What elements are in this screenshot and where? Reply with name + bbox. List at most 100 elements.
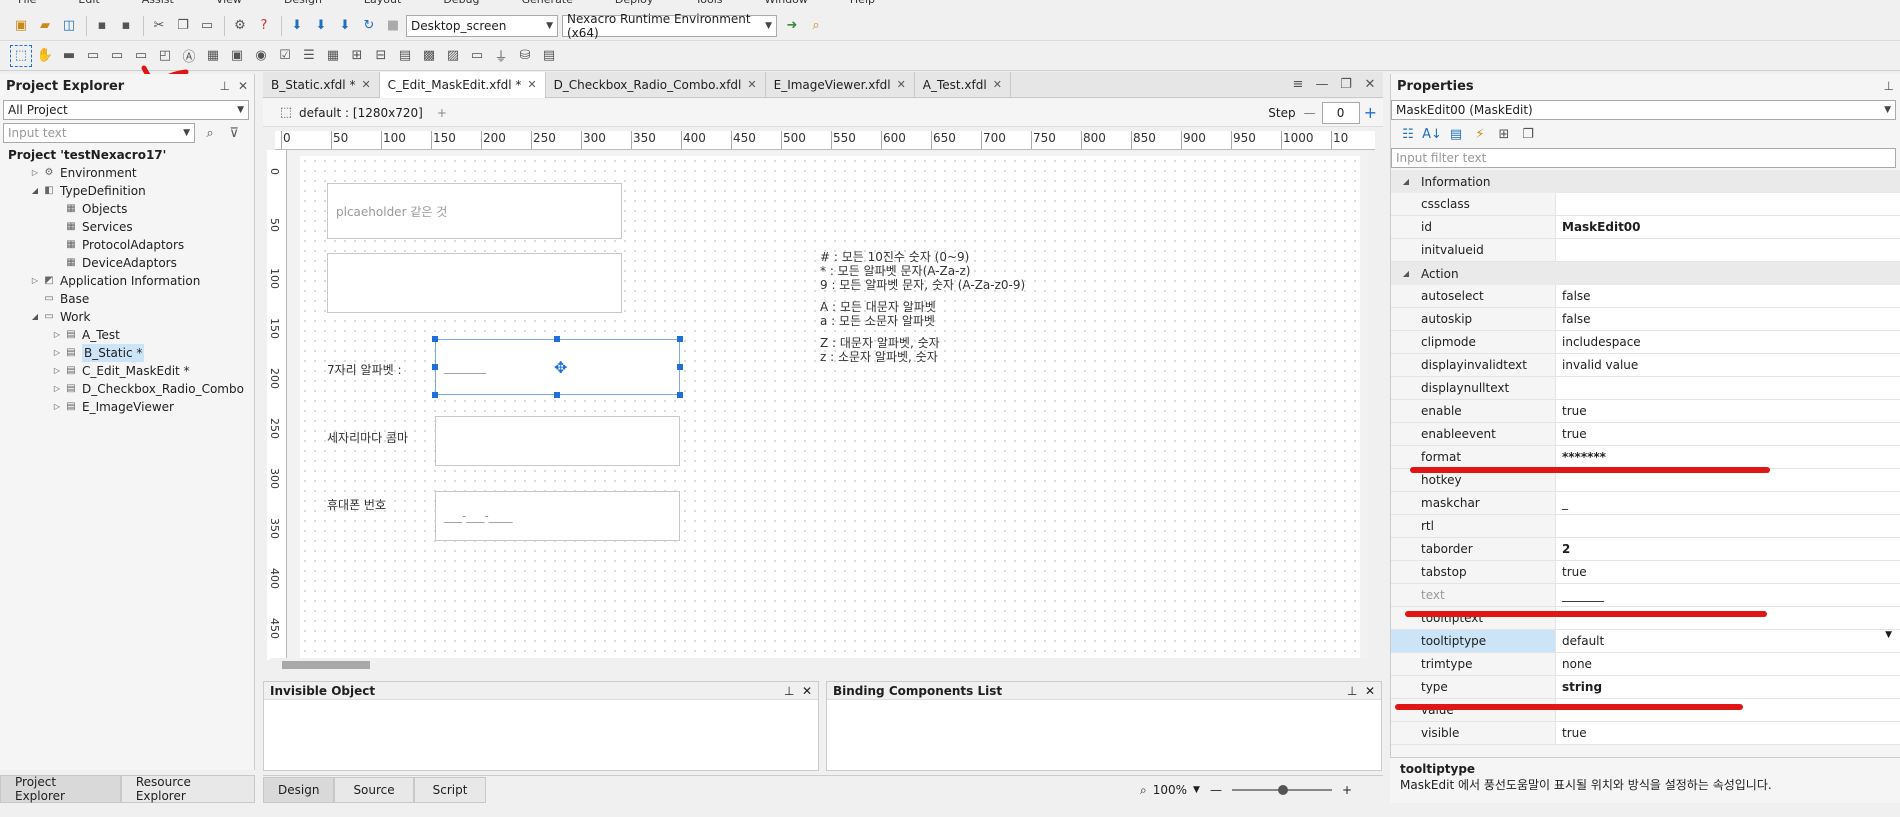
menu-item[interactable]: Assist	[142, 0, 174, 6]
properties-view-icon[interactable]: ▤	[1445, 123, 1467, 145]
tree-item[interactable]: ▦ Objects	[0, 200, 254, 218]
div-component-icon[interactable]: ⊞	[346, 45, 368, 67]
categorized-icon[interactable]: ☷	[1397, 123, 1419, 145]
property-value[interactable]: includespace	[1556, 331, 1900, 353]
property-row[interactable]: displaynulltext	[1391, 377, 1900, 400]
property-row[interactable]: initvalueid	[1391, 239, 1900, 262]
menu-item[interactable]: Design	[284, 0, 322, 6]
close-icon[interactable]: ✕	[802, 684, 812, 698]
property-row[interactable]: format *******	[1391, 446, 1900, 469]
resize-handle[interactable]	[677, 364, 683, 370]
close-icon[interactable]: ✕	[747, 78, 756, 91]
resize-handle[interactable]	[677, 336, 683, 342]
pin-icon[interactable]: ⊥	[784, 684, 794, 698]
property-row[interactable]: value	[1391, 699, 1900, 722]
step-plus-icon[interactable]: +	[1364, 103, 1377, 122]
env-combo[interactable]: Nexacro Runtime Environment (x64) ▼	[562, 12, 777, 40]
zoom-in-icon[interactable]: +	[1342, 783, 1352, 797]
new-file-icon[interactable]: ◫	[58, 15, 80, 37]
cut-icon[interactable]: ✂	[148, 15, 170, 37]
property-row[interactable]: visible true	[1391, 722, 1900, 745]
property-row[interactable]: tabstop true	[1391, 561, 1900, 584]
close-icon[interactable]: ✕	[238, 79, 248, 93]
close-icon[interactable]: ✕	[1365, 684, 1375, 698]
restore-icon[interactable]: ❐	[1335, 74, 1357, 96]
close-icon[interactable]: ✕	[361, 78, 370, 91]
copy-props-icon[interactable]: ❐	[1517, 123, 1539, 145]
menu-item[interactable]: Layout	[364, 0, 401, 6]
search-input[interactable]: Input text ▼	[3, 123, 195, 143]
radio-component-icon[interactable]: ◉	[250, 45, 272, 67]
tree-item[interactable]: ▦ DeviceAdaptors	[0, 254, 254, 272]
horizontal-scrollbar[interactable]	[270, 658, 1370, 672]
project-filter-combo[interactable]: All Project ▼	[3, 100, 249, 120]
add-layout-button[interactable]: +	[437, 106, 447, 120]
property-value[interactable]: 2	[1556, 538, 1900, 560]
close-icon[interactable]: ✕	[993, 78, 1002, 91]
property-value[interactable]: invalid value	[1556, 354, 1900, 376]
collapsed-icon[interactable]: ▷	[28, 272, 42, 290]
grid-component-icon[interactable]: ▦	[202, 45, 224, 67]
tab-source[interactable]: Source	[334, 776, 414, 803]
resize-handle[interactable]	[554, 392, 560, 398]
property-value[interactable]	[1556, 699, 1900, 721]
deploy-icon[interactable]: ⬇	[334, 15, 356, 37]
property-row[interactable]: taborder 2	[1391, 538, 1900, 561]
pin-icon[interactable]: ⊥	[219, 79, 229, 93]
save-all-icon[interactable]: ▪	[115, 15, 137, 37]
help-icon[interactable]: ?	[253, 15, 275, 37]
property-row[interactable]: maskchar _	[1391, 492, 1900, 515]
resize-handle[interactable]	[432, 336, 438, 342]
property-row[interactable]: enable true	[1391, 400, 1900, 423]
expanded-icon[interactable]: ◢	[28, 308, 42, 326]
property-value[interactable]: false	[1556, 285, 1900, 307]
zoom-value[interactable]: 100%	[1153, 783, 1187, 797]
tree-item[interactable]: ◢ ▭ Work	[0, 308, 254, 326]
select-tool-icon[interactable]: ⬚	[10, 44, 32, 67]
tab-b-static[interactable]: B_Static.xfdl * ✕	[263, 71, 380, 98]
resize-handle[interactable]	[554, 336, 560, 342]
combo-component-icon[interactable]: ▭	[82, 45, 104, 67]
tab-design[interactable]: Design	[263, 776, 335, 803]
scroll-thumb[interactable]	[282, 661, 370, 669]
tree-item[interactable]: ▷ ▤ C_Edit_MaskEdit *	[0, 362, 254, 380]
sort-az-icon[interactable]: A↓	[1421, 123, 1443, 145]
design-canvas[interactable]: plcaeholder 같은 것 7자리 알파벳 : _______ ✥ 세자리…	[300, 156, 1360, 658]
property-row[interactable]: clipmode includespace	[1391, 331, 1900, 354]
property-filter-input[interactable]: Input filter text	[1391, 148, 1896, 168]
property-value[interactable]: _	[1556, 492, 1900, 514]
collapsed-icon[interactable]: ▷	[50, 344, 64, 362]
close-icon[interactable]: ✕	[897, 78, 906, 91]
tab-a-test[interactable]: A_Test.xfdl ✕	[915, 71, 1011, 98]
pin-icon[interactable]: ⊥	[1347, 684, 1357, 698]
maskedit-comma[interactable]	[435, 416, 680, 466]
menu-item[interactable]: Debug	[443, 0, 479, 6]
step-input[interactable]: 0	[1321, 101, 1360, 124]
screen-combo[interactable]: Desktop_screen ▼	[406, 14, 558, 37]
close-icon[interactable]: ✕	[527, 78, 536, 91]
generate-all-icon[interactable]: ⬇	[310, 15, 332, 37]
minimize-icon[interactable]: —	[1311, 74, 1333, 96]
css-view-icon[interactable]: ⊞	[1493, 123, 1515, 145]
tree-item[interactable]: ▷ ⚙ Environment	[0, 164, 254, 182]
hand-tool-icon[interactable]: ✋	[34, 45, 56, 67]
property-row[interactable]: enableevent true	[1391, 423, 1900, 446]
property-value[interactable]: _______	[1556, 584, 1900, 606]
save-icon[interactable]: ▪	[91, 15, 113, 37]
collapsed-icon[interactable]: ▷	[50, 362, 64, 380]
chevron-down-icon[interactable]: ▼	[1885, 630, 1892, 640]
tab-c-edit-maskedit[interactable]: C_Edit_MaskEdit.xfdl * ✕	[379, 71, 546, 98]
dataset-component-icon[interactable]: ⛁	[514, 45, 536, 67]
list-component-icon[interactable]: ☰	[298, 45, 320, 67]
property-value[interactable]	[1556, 239, 1900, 261]
collapsed-icon[interactable]: ▷	[50, 380, 64, 398]
resize-handle[interactable]	[677, 392, 683, 398]
launch-icon[interactable]: ➜	[781, 15, 803, 37]
spin-component-icon[interactable]: ▭	[466, 45, 488, 67]
collapsed-icon[interactable]: ▷	[50, 398, 64, 416]
property-row[interactable]: autoselect false	[1391, 285, 1900, 308]
chevron-down-icon[interactable]: ▼	[1193, 785, 1200, 795]
imageviewer-component-icon[interactable]: ▨	[442, 45, 464, 67]
webbrowser-component-icon[interactable]: ▤	[538, 45, 560, 67]
object-selector[interactable]: MaskEdit00 (MaskEdit) ▼	[1391, 100, 1896, 120]
